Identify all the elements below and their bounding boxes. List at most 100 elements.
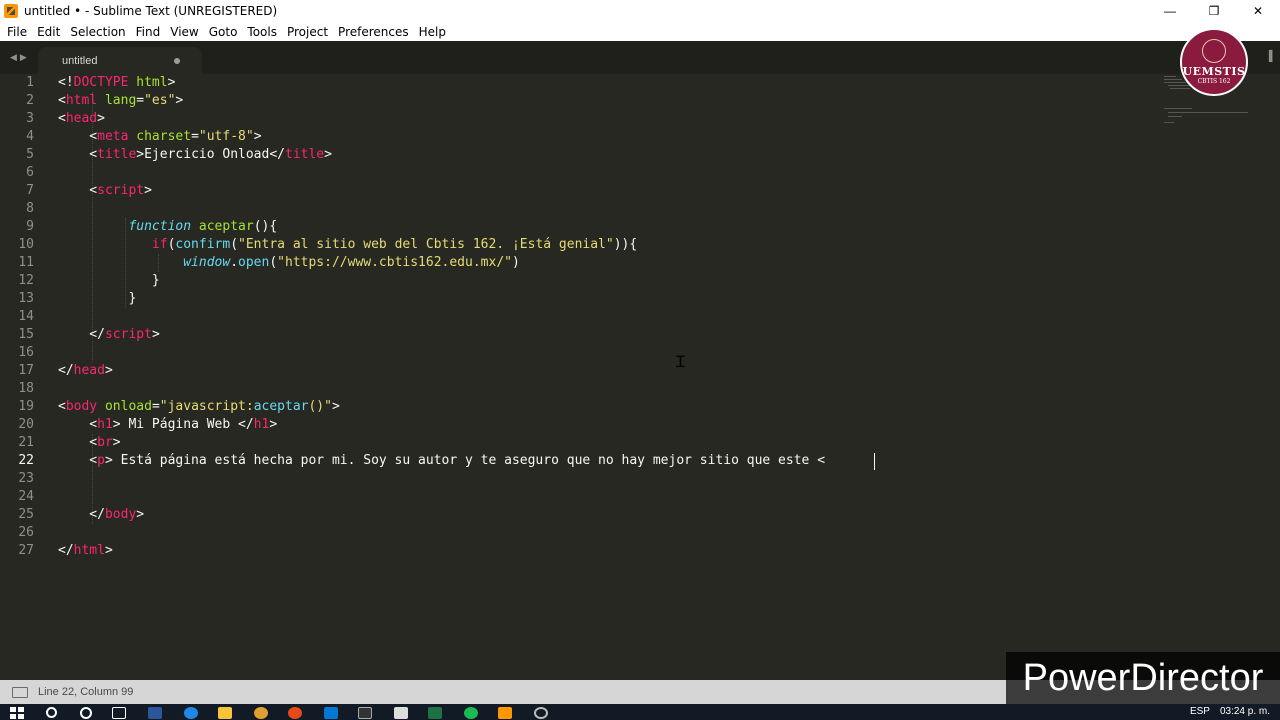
logo-text: UEMSTIS xyxy=(1182,65,1246,78)
powerdirector-icon[interactable] xyxy=(288,707,302,719)
sublime-app-icon xyxy=(4,4,18,18)
system-tray: ESP 03:24 p. m. xyxy=(1190,706,1270,717)
powerdirector-watermark: PowerDirector xyxy=(1006,652,1280,704)
language-indicator[interactable]: ESP xyxy=(1190,706,1210,717)
window-controls: — ❐ ✕ xyxy=(1148,0,1280,22)
emblem-icon xyxy=(1202,39,1226,63)
cortana-icon[interactable] xyxy=(80,707,92,719)
sublime-taskbar-icon[interactable] xyxy=(498,707,512,719)
line-number: 17 xyxy=(18,363,34,378)
uemstis-logo: UEMSTIS CBTIS 162 xyxy=(1180,28,1248,96)
code-line-19: <body onload="javascript:aceptar()"> xyxy=(58,399,340,414)
line-number: 4 xyxy=(26,129,34,144)
menu-edit[interactable]: Edit xyxy=(32,25,65,39)
text-cursor xyxy=(874,453,875,470)
line-number: 22 xyxy=(18,453,34,468)
tab-strip: ◀▶ untitled ▌ xyxy=(0,41,1280,74)
minimap-line xyxy=(1168,112,1248,113)
close-button[interactable]: ✕ xyxy=(1236,0,1280,22)
code-editor[interactable]: 1 2 3 4 5 6 7 8 9 10 11 12 13 14 15 16 17 18 19 20 21 22 23 24 2… xyxy=(0,74,1280,680)
file-explorer-icon[interactable] xyxy=(218,707,232,719)
code-line-1: <!DOCTYPE html> xyxy=(58,75,176,90)
code-line-21: <br> xyxy=(58,435,121,450)
line-number: 20 xyxy=(18,417,34,432)
line-number: 19 xyxy=(18,399,34,414)
title-bar: untitled • - Sublime Text (UNREGISTERED)… xyxy=(0,0,1280,22)
minimap-line xyxy=(1164,76,1176,77)
word-icon[interactable] xyxy=(148,707,162,719)
minimap-line xyxy=(1164,79,1182,80)
line-number: 2 xyxy=(26,93,34,108)
line-number: 18 xyxy=(18,381,34,396)
task-view-icon[interactable] xyxy=(112,707,126,719)
code-line-13: } xyxy=(58,291,137,306)
line-number: 13 xyxy=(18,291,34,306)
code-line-5: <title>Ejercicio Onload</title> xyxy=(58,147,332,162)
line-number: 26 xyxy=(18,525,34,540)
ibeam-cursor-icon: Ɪ xyxy=(676,352,685,371)
menu-file[interactable]: File xyxy=(2,25,32,39)
line-number: 12 xyxy=(18,273,34,288)
menu-project[interactable]: Project xyxy=(282,25,333,39)
tab-label: untitled xyxy=(62,55,98,67)
logo-subtext: CBTIS 162 xyxy=(1197,78,1231,85)
code-line-2: <html lang="es"> xyxy=(58,93,184,108)
minimize-button[interactable]: — xyxy=(1148,0,1192,22)
windows-start-icon[interactable] xyxy=(10,707,24,719)
search-icon[interactable] xyxy=(46,707,57,718)
line-number: 5 xyxy=(26,147,34,162)
minimap-line xyxy=(1164,108,1192,109)
line-number: 21 xyxy=(18,435,34,450)
terminal-icon[interactable] xyxy=(358,707,372,719)
line-number: 23 xyxy=(18,471,34,486)
tab-untitled[interactable]: untitled xyxy=(38,47,202,74)
line-number: 9 xyxy=(26,219,34,234)
panel-toggle-icon[interactable] xyxy=(12,686,28,698)
line-number: 15 xyxy=(18,327,34,342)
tab-nav-arrows-icon[interactable]: ◀▶ xyxy=(10,52,30,63)
menu-preferences[interactable]: Preferences xyxy=(333,25,414,39)
menu-find[interactable]: Find xyxy=(131,25,166,39)
spotify-icon[interactable] xyxy=(464,707,478,719)
unsaved-dot-icon[interactable] xyxy=(174,58,180,64)
code-line-9: function aceptar(){ xyxy=(128,219,278,234)
minimap-line xyxy=(1164,82,1186,83)
line-number: 25 xyxy=(18,507,34,522)
line-number: 24 xyxy=(18,489,34,504)
code-line-11: window.open("https://www.cbtis162.edu.mx… xyxy=(183,255,520,270)
code-line-3: <head> xyxy=(58,111,105,126)
code-line-12: } xyxy=(58,273,160,288)
line-number: 3 xyxy=(26,111,34,126)
menu-goto[interactable]: Goto xyxy=(204,25,243,39)
line-number: 1 xyxy=(26,75,34,90)
menu-view[interactable]: View xyxy=(165,25,203,39)
taskbar: ESP 03:24 p. m. xyxy=(0,704,1280,720)
line-number: 8 xyxy=(26,201,34,216)
code-line-20: <h1> Mi Página Web </h1> xyxy=(58,417,278,432)
tab-overflow-icon[interactable]: ▌ xyxy=(1269,51,1276,62)
menu-help[interactable]: Help xyxy=(414,25,451,39)
code-line-10: if(confirm("Entra al sitio web del Cbtis… xyxy=(151,237,638,252)
excel-icon[interactable] xyxy=(428,707,442,719)
restore-button[interactable]: ❐ xyxy=(1192,0,1236,22)
edge-icon[interactable] xyxy=(184,707,198,719)
code-line-22: <p> Está página está hecha por mi. Soy s… xyxy=(58,453,826,468)
menu-tools[interactable]: Tools xyxy=(242,25,282,39)
line-number: 14 xyxy=(18,309,34,324)
code-line-7: <script> xyxy=(58,183,152,198)
clock[interactable]: 03:24 p. m. xyxy=(1220,706,1270,717)
code-line-27: </html> xyxy=(58,543,113,558)
minimap-line xyxy=(1168,116,1182,117)
code-line-15: </script> xyxy=(58,327,160,342)
minimap-line xyxy=(1164,122,1174,123)
cursor-position: Line 22, Column 99 xyxy=(38,686,134,698)
code-line-17: </head> xyxy=(58,363,113,378)
store-icon[interactable] xyxy=(394,707,408,719)
line-number: 16 xyxy=(18,345,34,360)
menu-selection[interactable]: Selection xyxy=(65,25,130,39)
chrome-icon[interactable] xyxy=(254,707,268,719)
line-number: 11 xyxy=(18,255,34,270)
clock-app-icon[interactable] xyxy=(534,707,548,719)
mail-icon[interactable] xyxy=(324,707,338,719)
line-number: 6 xyxy=(26,165,34,180)
